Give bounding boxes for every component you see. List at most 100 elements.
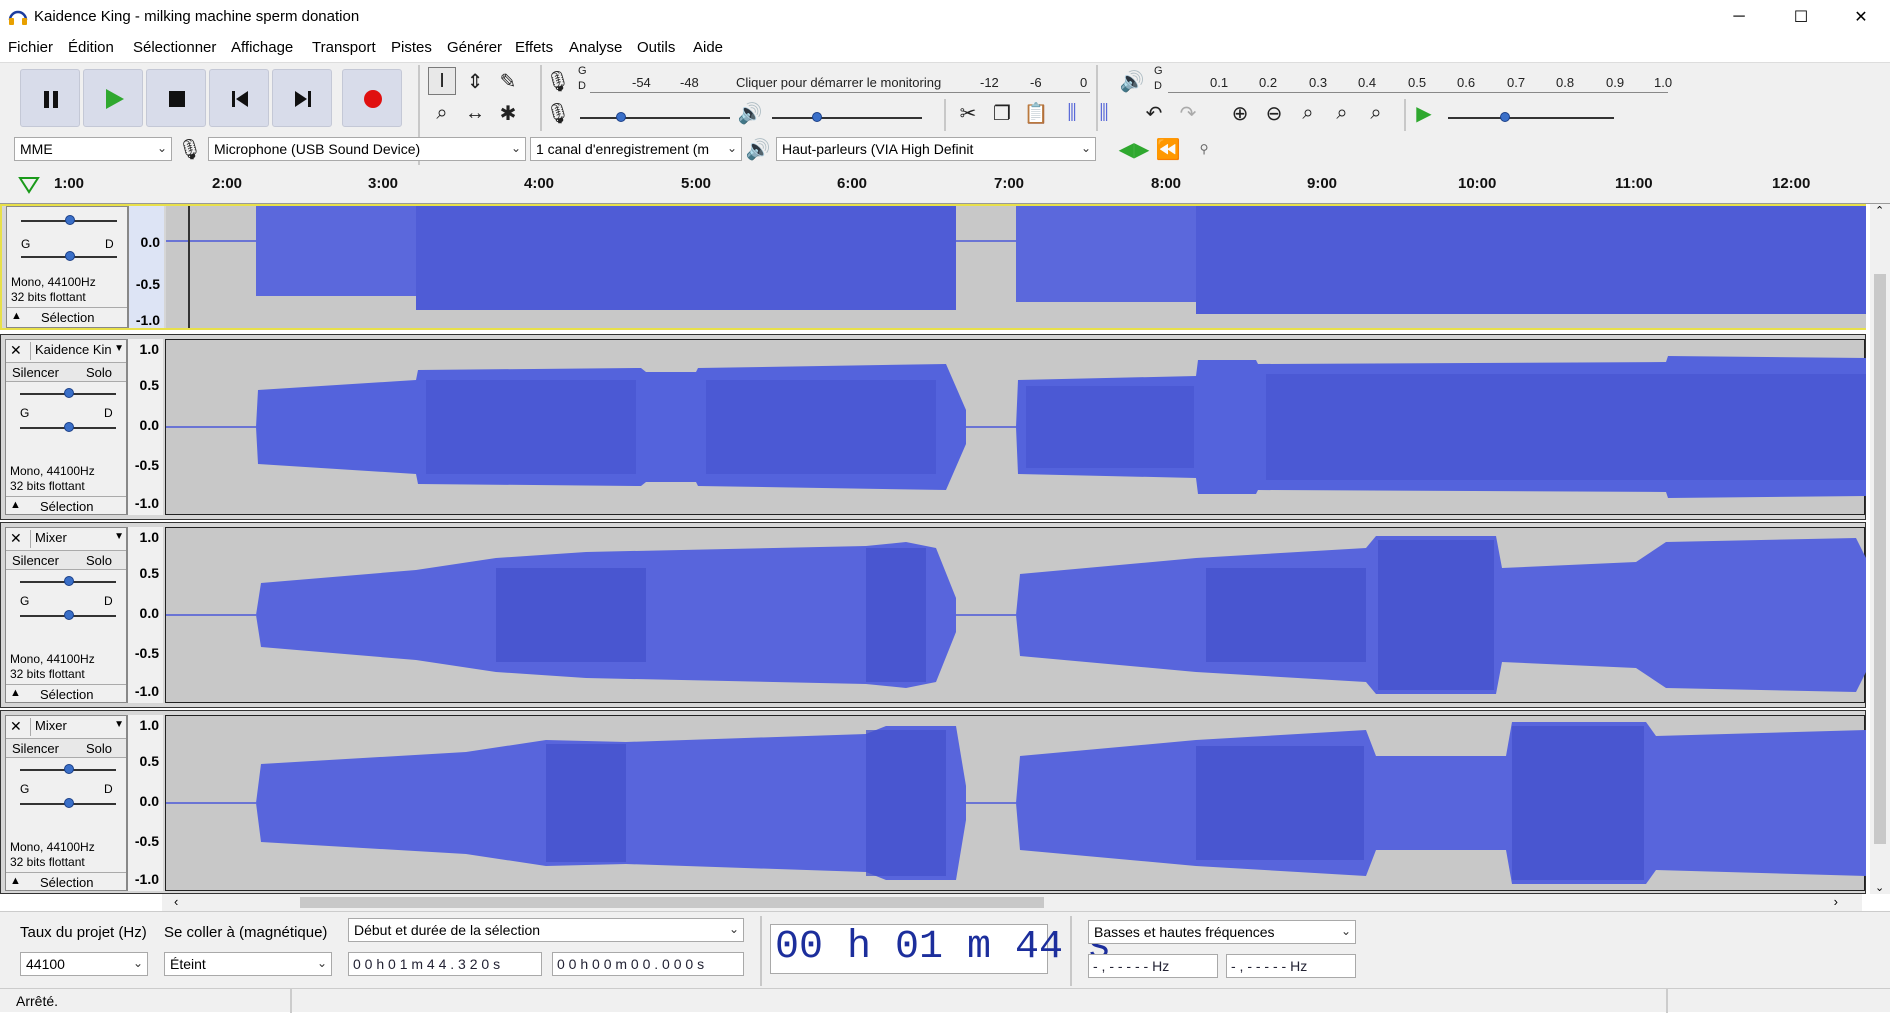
track-control-panel[interactable]: ✕ Mixer ▼ Silencer Solo G D Mono, 44100Hz…: [5, 527, 127, 703]
paste-icon[interactable]: 📋: [1022, 99, 1050, 127]
waveform-area[interactable]: [165, 527, 1866, 703]
close-track-icon[interactable]: ✕: [10, 530, 22, 547]
low-frequency-field[interactable]: - , - - - - - Hz: [1088, 954, 1218, 978]
solo-button[interactable]: Solo: [86, 741, 112, 756]
pause-button[interactable]: [20, 69, 80, 127]
track-select-button[interactable]: ▲ Sélection: [7, 307, 127, 327]
track-select-button[interactable]: ▲ Sélection: [6, 872, 126, 892]
timeline-ruler[interactable]: 1:00 2:00 3:00 4:00 5:00 6:00 7:00 8:00 …: [0, 166, 1890, 204]
pan-slider[interactable]: [20, 610, 116, 622]
project-rate-select[interactable]: 44100 ⌄: [20, 952, 148, 976]
mute-button[interactable]: Silencer: [12, 365, 59, 380]
pan-slider[interactable]: [20, 798, 116, 810]
mute-button[interactable]: Silencer: [12, 553, 59, 568]
cut-icon[interactable]: ✂: [954, 99, 982, 127]
scroll-up-icon[interactable]: ⌃: [1875, 204, 1884, 217]
track-name-menu[interactable]: Mixer ▼: [30, 530, 126, 548]
skip-to-start-button[interactable]: [209, 69, 269, 127]
scroll-thumb[interactable]: [300, 897, 1044, 908]
undo-icon[interactable]: ↶: [1140, 99, 1168, 127]
collapse-icon[interactable]: ▲: [10, 499, 21, 511]
record-volume-slider[interactable]: [580, 109, 730, 129]
selection-start-time[interactable]: 0 0 h 0 1 m 4 4 . 3 2 0 s: [348, 952, 542, 976]
track-select-button[interactable]: ▲ Sélection: [6, 496, 126, 516]
collapse-icon[interactable]: ▲: [10, 875, 21, 887]
sync-lock-icon[interactable]: ⚲: [1190, 135, 1218, 163]
collapse-icon[interactable]: ▲: [11, 310, 22, 322]
solo-button[interactable]: Solo: [86, 553, 112, 568]
scroll-right-icon[interactable]: ›: [1834, 894, 1838, 909]
selection-tool-icon[interactable]: I: [428, 67, 456, 95]
redo-icon[interactable]: ↷: [1174, 99, 1202, 127]
play-button[interactable]: [83, 69, 143, 127]
playback-meter[interactable]: 0.1 0.2 0.3 0.4 0.5 0.6 0.7 0.8 0.9 1.0: [1168, 67, 1672, 93]
playback-volume-slider[interactable]: [772, 109, 922, 129]
maximize-button[interactable]: ☐: [1772, 0, 1830, 34]
gain-slider[interactable]: [20, 764, 116, 776]
play-speed-slider[interactable]: [1448, 109, 1614, 129]
mute-button[interactable]: Silencer: [12, 741, 59, 756]
close-window-button[interactable]: ✕: [1832, 0, 1890, 34]
menu-edition[interactable]: Édition: [68, 39, 114, 56]
play-loop-icon[interactable]: ⏪: [1154, 135, 1182, 163]
cut-preview-icon[interactable]: ◀▶: [1119, 135, 1150, 163]
silence-icon[interactable]: ⫼: [1090, 99, 1118, 127]
record-button[interactable]: [342, 69, 402, 127]
fit-project-icon[interactable]: ⌕: [1328, 99, 1356, 127]
audio-host-select[interactable]: MME ⌄: [14, 137, 172, 161]
vertical-scale[interactable]: 1.0 0.5 0.0 -0.5 -1.0: [127, 715, 163, 891]
zoom-tool-icon[interactable]: ⌕: [428, 99, 456, 127]
menu-transport[interactable]: Transport: [312, 39, 376, 56]
copy-icon[interactable]: ❐: [988, 99, 1016, 127]
minimize-button[interactable]: ─: [1710, 0, 1768, 34]
track-name-menu[interactable]: Mixer ▼: [30, 718, 126, 736]
track-control-panel[interactable]: ✕ Kaidence Kin ▼ Silencer Solo G D Mono, …: [5, 339, 127, 515]
track-control-panel[interactable]: ✕ Mixer ▼ Silencer Solo G D Mono, 44100Hz…: [5, 715, 127, 891]
track-name-menu[interactable]: Kaidence Kin ▼: [30, 342, 126, 360]
close-track-icon[interactable]: ✕: [10, 342, 22, 359]
vertical-scrollbar[interactable]: ⌃ ⌄: [1870, 204, 1890, 894]
audio-position-display[interactable]: 00 h 01 m 44 s: [770, 924, 1111, 974]
menu-selectionner[interactable]: Sélectionner: [133, 39, 216, 56]
pan-slider[interactable]: [21, 251, 117, 263]
waveform-area[interactable]: [165, 715, 1866, 891]
menu-affichage[interactable]: Affichage: [231, 39, 293, 56]
playback-device-select[interactable]: Haut-parleurs (VIA High Definit ⌄: [776, 137, 1096, 161]
scroll-thumb[interactable]: [1874, 274, 1886, 844]
gain-slider[interactable]: [20, 388, 116, 400]
vertical-scale[interactable]: 1.0 0.5 0.0 -0.5 -1.0: [127, 527, 163, 703]
vertical-scale[interactable]: 1.0 0.5 0.0 -0.5 -1.0: [127, 339, 163, 515]
zoom-in-icon[interactable]: ⊕: [1226, 99, 1254, 127]
playback-meter-speaker-icon[interactable]: 🔊: [1118, 67, 1146, 95]
menu-aide[interactable]: Aide: [693, 39, 723, 56]
track-control-panel[interactable]: G D Mono, 44100Hz 32 bits flottant ▲ Sélec…: [6, 206, 128, 328]
multi-tool-icon[interactable]: ✱: [494, 99, 522, 127]
zoom-out-icon[interactable]: ⊖: [1260, 99, 1288, 127]
waveform-area[interactable]: [165, 339, 1866, 515]
selection-mode-select[interactable]: Début et durée de la sélection ⌄: [348, 918, 744, 942]
menu-outils[interactable]: Outils: [637, 39, 675, 56]
high-frequency-field[interactable]: - , - - - - - Hz: [1226, 954, 1356, 978]
record-meter[interactable]: -54 -48 Cliquer pour démarrer le monitor…: [590, 67, 1090, 93]
fit-selection-icon[interactable]: ⌕: [1294, 99, 1322, 127]
trim-icon[interactable]: ⫼: [1058, 99, 1086, 127]
recording-channels-select[interactable]: 1 canal d'enregistrement (m ⌄: [530, 137, 742, 161]
gain-slider[interactable]: [20, 576, 116, 588]
track-select-button[interactable]: ▲ Sélection: [6, 684, 126, 704]
horizontal-scrollbar[interactable]: ‹ ›: [162, 894, 1862, 911]
pan-slider[interactable]: [20, 422, 116, 434]
vertical-scale[interactable]: 0.0 -0.5 -1.0: [128, 206, 164, 328]
selection-length-time[interactable]: 0 0 h 0 0 m 0 0 . 0 0 0 s: [552, 952, 744, 976]
stop-button[interactable]: [146, 69, 206, 127]
menu-analyse[interactable]: Analyse: [569, 39, 622, 56]
record-meter-mic-icon[interactable]: 🎙: [544, 67, 572, 95]
timeshift-tool-icon[interactable]: ↔: [461, 99, 489, 127]
menu-pistes[interactable]: Pistes: [391, 39, 432, 56]
menu-effets[interactable]: Effets: [515, 39, 553, 56]
scroll-left-icon[interactable]: ‹: [174, 894, 178, 909]
recording-device-select[interactable]: Microphone (USB Sound Device) ⌄: [208, 137, 526, 161]
close-track-icon[interactable]: ✕: [10, 718, 22, 735]
waveform-area[interactable]: [166, 206, 1866, 328]
menu-fichier[interactable]: Fichier: [8, 39, 53, 56]
draw-tool-icon[interactable]: ✎: [494, 67, 522, 95]
